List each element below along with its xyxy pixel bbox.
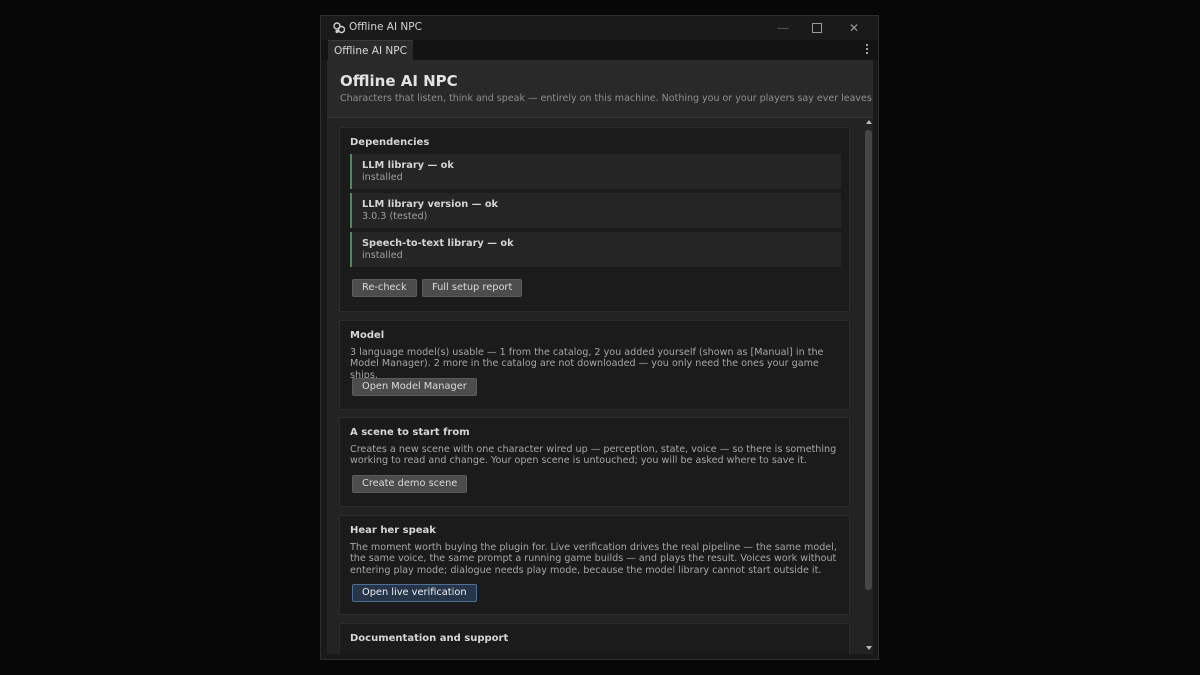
maximize-button[interactable] [808, 19, 826, 37]
dependency-status: installed [362, 172, 403, 183]
close-button[interactable]: ✕ [845, 19, 863, 37]
dependencies-title: Dependencies [350, 137, 430, 148]
open-live-verification-button[interactable]: Open live verification [352, 584, 477, 602]
title-bar[interactable]: Offline AI NPC — ✕ [321, 16, 878, 40]
dependency-name: Speech-to-text library — ok [362, 238, 514, 249]
full-setup-report-button[interactable]: Full setup report [422, 279, 523, 297]
live-verification-card: Hear her speak The moment worth buying t… [339, 515, 850, 615]
dependency-item: Speech-to-text library — ok installed [350, 232, 841, 267]
tab-offline-ai-npc[interactable]: Offline AI NPC [328, 40, 413, 60]
minimize-button[interactable]: — [774, 19, 792, 37]
scroll-area[interactable]: Dependencies LLM library — ok installed … [327, 118, 873, 654]
dependency-item: LLM library version — ok 3.0.3 (tested) [350, 193, 841, 228]
window-content: Offline AI NPC Characters that listen, t… [327, 60, 873, 654]
recheck-button[interactable]: Re-check [352, 279, 417, 297]
page-header: Offline AI NPC Characters that listen, t… [327, 60, 873, 118]
gear-cluster-icon [333, 22, 345, 34]
demo-scene-card: A scene to start from Creates a new scen… [339, 417, 850, 507]
maximize-icon [812, 22, 822, 33]
live-verification-description: The moment worth buying the plugin for. … [350, 542, 837, 576]
demo-scene-title: A scene to start from [350, 427, 470, 438]
minimize-icon: — [777, 21, 789, 35]
open-model-manager-button[interactable]: Open Model Manager [352, 378, 477, 396]
kebab-menu-icon[interactable] [862, 42, 872, 58]
close-icon: ✕ [848, 21, 860, 35]
demo-scene-description: Creates a new scene with one character w… [350, 444, 837, 467]
dependencies-card: Dependencies LLM library — ok installed … [339, 127, 850, 312]
create-demo-scene-button[interactable]: Create demo scene [352, 475, 468, 493]
dependency-status: 3.0.3 (tested) [362, 211, 428, 222]
tab-bar: Offline AI NPC [321, 40, 878, 60]
model-card: Model 3 language model(s) usable — 1 fro… [339, 320, 850, 410]
documentation-title: Documentation and support [350, 633, 509, 644]
dependency-name: LLM library version — ok [362, 199, 499, 210]
dependency-name: LLM library — ok [362, 160, 454, 171]
page-title: Offline AI NPC [340, 72, 458, 90]
dependency-item: LLM library — ok installed [350, 154, 841, 189]
scroll-down-arrow-icon[interactable] [866, 646, 872, 650]
model-description: 3 language model(s) usable — 1 from the … [350, 347, 824, 381]
model-title: Model [350, 330, 385, 341]
scroll-thumb[interactable] [865, 130, 872, 590]
scroll-up-arrow-icon[interactable] [866, 120, 872, 124]
vertical-scrollbar[interactable] [864, 120, 873, 654]
dependency-status: installed [362, 250, 403, 261]
documentation-card: Documentation and support [339, 623, 850, 654]
editor-window: Offline AI NPC — ✕ Offline AI NPC Offlin… [320, 15, 879, 660]
page-subtitle: Characters that listen, think and speak … [340, 93, 873, 104]
live-verification-title: Hear her speak [350, 525, 436, 536]
window-title: Offline AI NPC [349, 21, 422, 33]
